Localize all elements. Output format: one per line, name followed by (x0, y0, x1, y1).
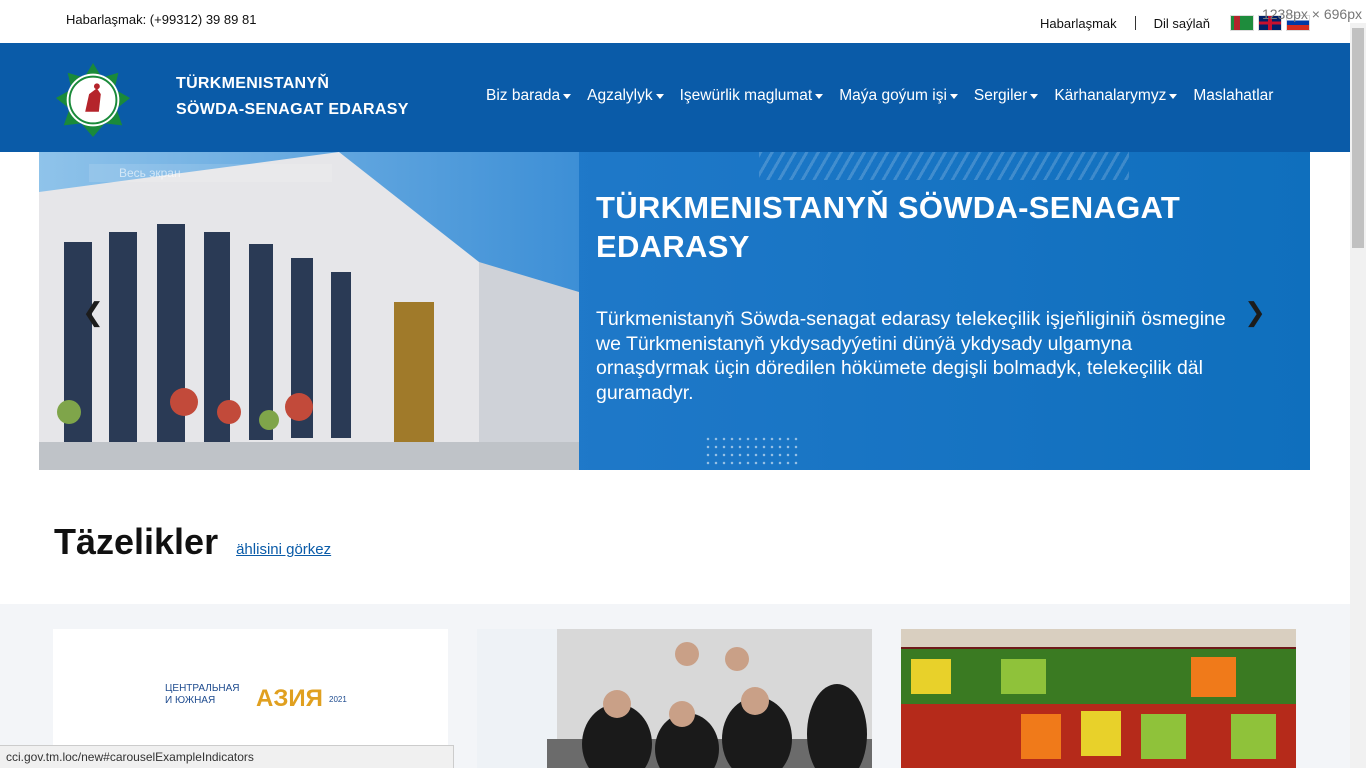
decor-dots (704, 435, 799, 465)
see-all-link[interactable]: ählisini görkez (236, 541, 331, 558)
brand-line-1: TÜRKMENISTANYŇ (176, 75, 330, 92)
carousel-next-icon[interactable]: ❯ (1243, 299, 1267, 325)
menu-label: Agzalylyk (587, 87, 653, 104)
menu-item-enterprises[interactable]: Kärhanalarymyz (1054, 87, 1178, 105)
dimensions-overlay: 1238px × 696px (1261, 6, 1362, 22)
divider (1134, 16, 1136, 30)
menu-item-investment[interactable]: Maýa goýum işi (839, 87, 958, 105)
svg-text:ЦЕНТРАЛЬНАЯ: ЦЕНТРАЛЬНАЯ (165, 683, 240, 694)
menu-label: Maslahatlar (1193, 87, 1274, 104)
news-card[interactable] (901, 629, 1296, 768)
hero-title: TÜRKMENISTANYŇ SÖWDA-SENAGAT EDARASY (596, 190, 1181, 264)
menu-item-about[interactable]: Biz barada (486, 87, 572, 105)
main-navbar: TÜRKMENISTANYŇ SÖWDA-SENAGAT EDARASY Biz… (0, 43, 1350, 152)
hero-text: Türkmenistanyň Söwda-senagat edarasy tel… (596, 308, 1226, 404)
menu-label: Maýa goýum işi (839, 87, 947, 104)
language-label: Dil saýlaň (1153, 15, 1210, 31)
menu-label: Kärhanalarymyz (1054, 87, 1167, 104)
chamber-logo-icon[interactable] (54, 61, 132, 139)
news-header: Täzelikler ählisini görkez (54, 521, 331, 563)
caret-down-icon (655, 93, 664, 99)
workshop-photo (477, 629, 872, 768)
fruit-market-photo (901, 629, 1296, 768)
caret-down-icon (949, 93, 958, 99)
hero-carousel: Весь экран TÜRKMENISTANYŇ SÖWDA-SENAGAT … (39, 152, 1310, 470)
menu-label: Işewürlik maglumat (679, 87, 813, 104)
building-image (39, 152, 579, 470)
svg-text:АЗИЯ: АЗИЯ (256, 685, 323, 712)
menu-label: Biz barada (486, 87, 561, 104)
main-menu: Biz barada Agzalylyk Işewürlik maglumat … (486, 87, 1289, 105)
menu-item-consultations[interactable]: Maslahatlar (1193, 87, 1273, 105)
svg-text:И ЮЖНАЯ: И ЮЖНАЯ (165, 695, 215, 706)
scrollbar-thumb[interactable] (1352, 28, 1364, 248)
fullscreen-label: Весь экран (89, 164, 332, 182)
turkmen-flag-icon[interactable] (1230, 15, 1254, 31)
caret-down-icon (1030, 93, 1039, 99)
contact-link[interactable]: Habarlaşmak (1040, 16, 1117, 31)
menu-item-business-info[interactable]: Işewürlik maglumat (680, 87, 824, 105)
menu-label: Sergiler (973, 87, 1028, 104)
brand-name[interactable]: TÜRKMENISTANYŇ SÖWDA-SENAGAT EDARASY (176, 71, 409, 123)
svg-text:2021: 2021 (329, 695, 347, 704)
page-scrollbar[interactable] (1350, 23, 1366, 768)
decor-stripes (759, 152, 1129, 180)
brand-line-2: SÖWDA-SENAGAT EDARASY (176, 101, 409, 118)
contact-phone: Habarlaşmak: (+99312) 39 89 81 (66, 12, 257, 27)
menu-item-membership[interactable]: Agzalylyk (587, 87, 664, 105)
browser-status-url: cci.gov.tm.loc/new#carouselExampleIndica… (0, 745, 454, 768)
caret-down-icon (1169, 93, 1178, 99)
news-card[interactable] (477, 629, 872, 768)
carousel-prev-icon[interactable]: ❮ (81, 299, 105, 325)
top-bar: Habarlaşmak: (+99312) 39 89 81 Habarlaşm… (0, 0, 1350, 43)
caret-down-icon (815, 93, 824, 99)
news-title: Täzelikler (54, 521, 219, 562)
caret-down-icon (563, 93, 572, 99)
menu-item-exhibitions[interactable]: Sergiler (973, 87, 1039, 105)
